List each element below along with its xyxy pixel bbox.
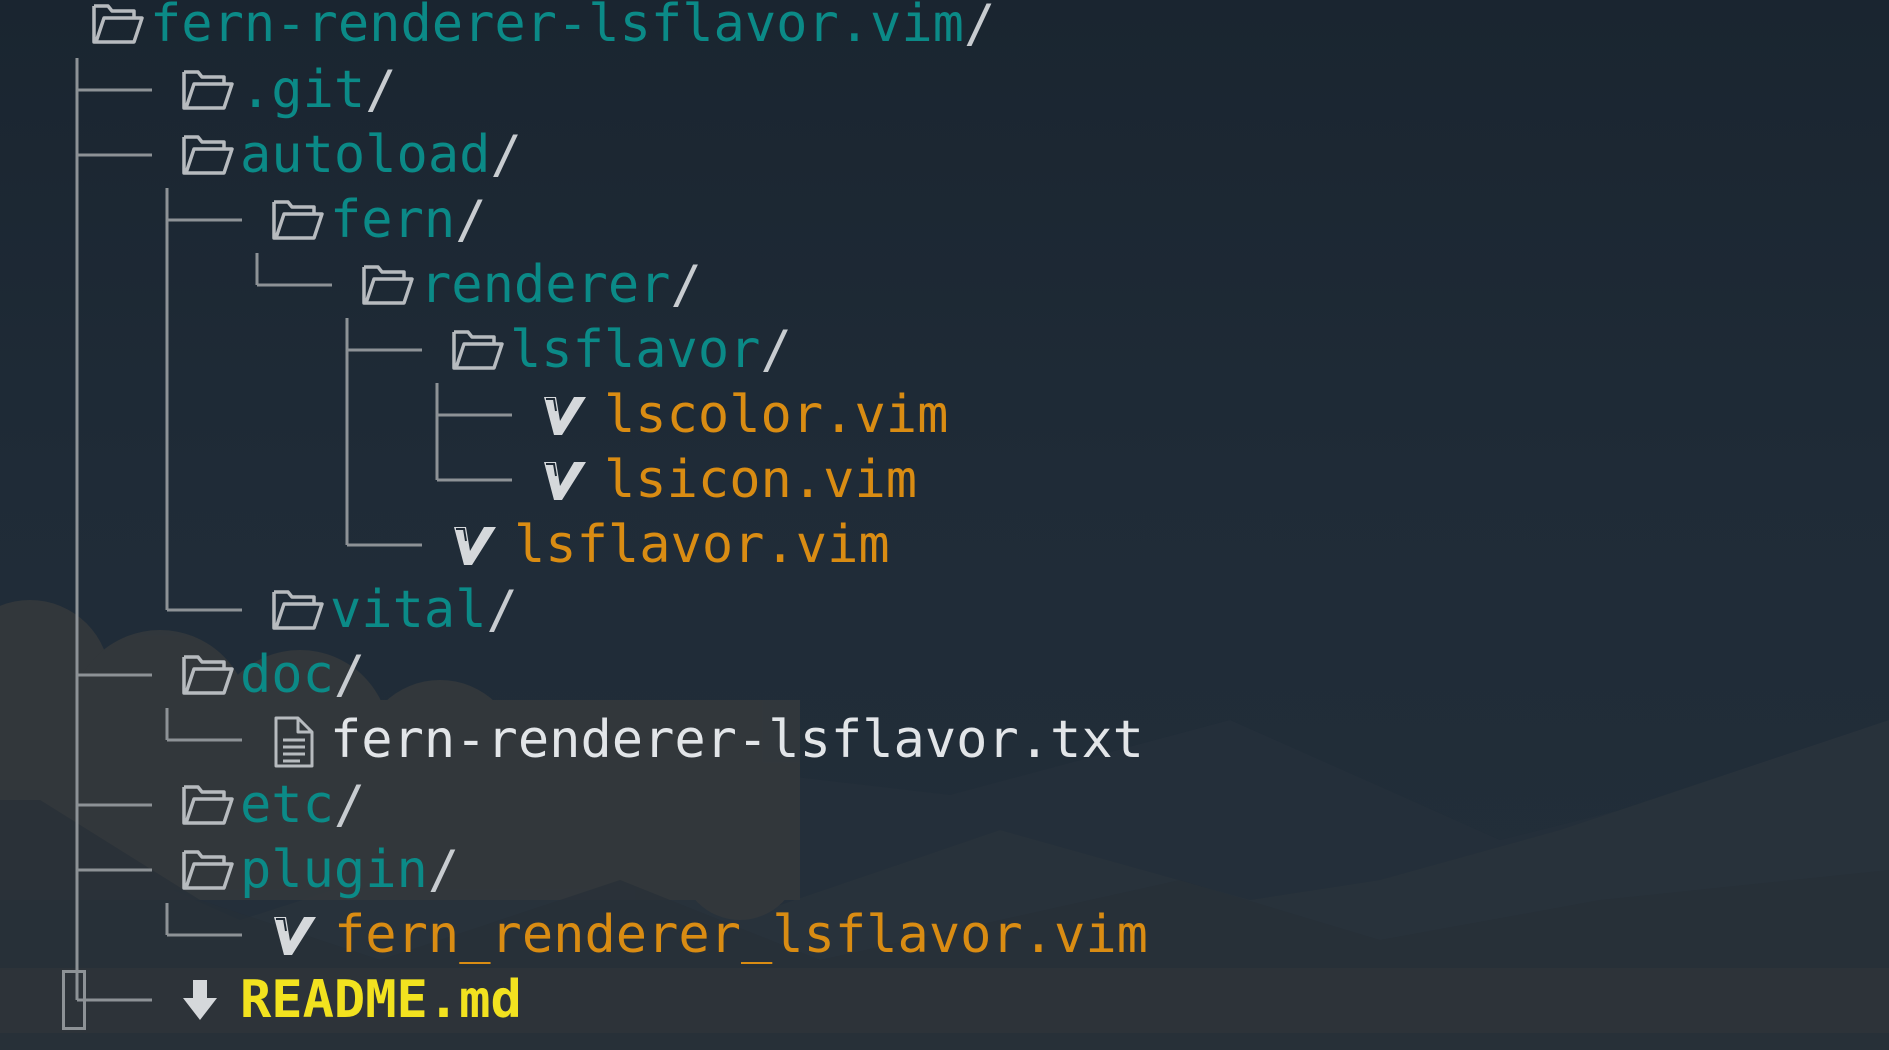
folder-open-icon — [90, 0, 150, 57]
node-name: fern — [330, 190, 456, 250]
node-suffix: / — [333, 645, 366, 705]
tree-node-lscolor-vim[interactable]: lscolor.vim — [540, 383, 948, 448]
tree-node-vital[interactable]: vital / — [270, 578, 518, 643]
folder-open-icon — [180, 643, 240, 708]
cursor-block — [62, 970, 86, 1030]
folder-open-icon — [450, 318, 510, 383]
folder-open-icon — [180, 58, 240, 123]
node-name: fern-renderer-lsflavor.vim — [150, 0, 964, 54]
folder-open-icon — [180, 123, 240, 188]
node-suffix: / — [490, 125, 522, 185]
node-name: lsicon.vim — [604, 450, 918, 510]
node-name: lsflavor.vim — [514, 515, 890, 575]
node-suffix: / — [760, 320, 792, 380]
text-file-icon — [270, 708, 330, 773]
node-name: vital — [330, 580, 487, 640]
tree-node-root[interactable]: fern-renderer-lsflavor.vim / — [90, 0, 995, 57]
vim-icon — [450, 513, 514, 578]
node-name: autoload — [240, 125, 491, 185]
node-name: lscolor.vim — [604, 385, 949, 445]
file-tree: fern-renderer-lsflavor.vim / .git / autolo… — [0, 0, 1889, 1050]
tree-node-etc[interactable]: etc / — [180, 773, 365, 838]
tree-node-git[interactable]: .git / — [180, 58, 397, 123]
vim-icon — [270, 903, 334, 968]
tree-node-readme[interactable]: README.md — [180, 968, 522, 1033]
node-name: plugin — [240, 840, 428, 900]
node-name: README.md — [240, 970, 522, 1030]
node-name: .git — [240, 60, 366, 120]
tree-node-fern[interactable]: fern / — [270, 188, 487, 253]
node-suffix: / — [333, 775, 366, 835]
tree-node-renderer[interactable]: renderer / — [360, 253, 702, 318]
node-name: lsflavor — [510, 320, 761, 380]
tree-node-plugin-vim[interactable]: fern_renderer_lsflavor.vim — [270, 903, 1148, 968]
tree-node-lsflavor-vim[interactable]: lsflavor.vim — [450, 513, 890, 578]
download-arrow-icon — [180, 968, 240, 1033]
node-name: renderer — [420, 255, 671, 315]
node-suffix: / — [963, 0, 996, 54]
folder-open-icon — [360, 253, 420, 318]
node-suffix: / — [455, 190, 487, 250]
node-name: etc — [240, 775, 334, 835]
node-suffix: / — [486, 580, 518, 640]
tree-node-doc-txt[interactable]: fern-renderer-lsflavor.txt — [270, 708, 1144, 773]
node-name: fern-renderer-lsflavor.txt — [330, 710, 1144, 770]
vim-icon — [540, 448, 604, 513]
folder-open-icon — [180, 838, 240, 903]
tree-node-plugin[interactable]: plugin / — [180, 838, 459, 903]
node-suffix: / — [427, 840, 460, 900]
tree-node-lsicon-vim[interactable]: lsicon.vim — [540, 448, 917, 513]
folder-open-icon — [270, 188, 330, 253]
vim-icon — [540, 383, 604, 448]
node-suffix: / — [670, 255, 702, 315]
node-name: doc — [240, 645, 334, 705]
folder-open-icon — [270, 578, 330, 643]
tree-node-doc[interactable]: doc / — [180, 643, 365, 708]
tree-node-lsflavor-dir[interactable]: lsflavor / — [450, 318, 792, 383]
tree-node-autoload[interactable]: autoload / — [180, 123, 522, 188]
folder-open-icon — [180, 773, 240, 838]
fern-file-tree-window: fern-renderer-lsflavor.vim / .git / autolo… — [0, 0, 1889, 1050]
node-suffix: / — [365, 60, 397, 120]
node-name: fern_renderer_lsflavor.vim — [334, 905, 1148, 965]
